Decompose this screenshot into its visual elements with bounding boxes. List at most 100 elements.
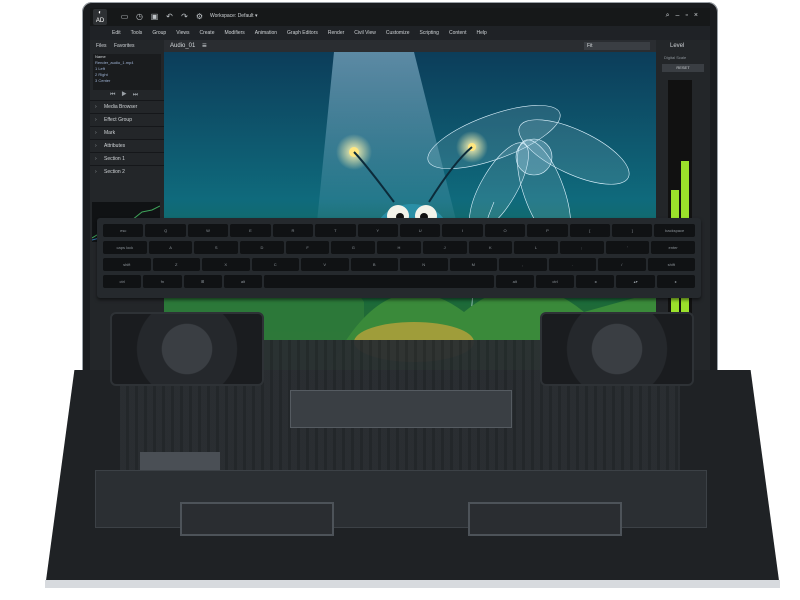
keyboard-key: A: [148, 241, 193, 254]
app-logo-glyph: ◐: [98, 10, 102, 16]
open-file-icon[interactable]: ◷: [135, 12, 144, 21]
viewport-header: Audio_01 ≡ Fit: [164, 40, 656, 52]
window-controls: ⌕–▫×: [666, 12, 704, 20]
redo-icon[interactable]: ↷: [180, 12, 189, 21]
tab-files[interactable]: Files: [96, 43, 107, 49]
menu-item[interactable]: Render: [328, 30, 344, 36]
menu-item[interactable]: Scripting: [420, 30, 439, 36]
menu-item[interactable]: Create: [199, 30, 214, 36]
keyboard-key: fn: [143, 275, 182, 288]
keyboard-key: G: [331, 241, 376, 254]
keyboard-key: ;: [559, 241, 604, 254]
rewind-icon[interactable]: ⏮: [110, 92, 121, 98]
menu-item[interactable]: Help: [476, 30, 486, 36]
maximize-icon[interactable]: ▫: [685, 12, 693, 19]
settings-icon[interactable]: ⚙: [195, 12, 204, 21]
keyboard-key: /: [598, 258, 646, 271]
panel-title: Level: [670, 43, 685, 49]
keyboard-key: alt: [223, 275, 263, 288]
keyboard-key: caps lock: [103, 241, 147, 254]
exploded-keyboard: esc Q W E R T Y U I O P[] backspace caps lock A S D F G H…: [97, 218, 701, 298]
keyboard-key: ⊞: [183, 275, 222, 288]
keyboard-key: C: [251, 258, 299, 271]
list-item[interactable]: 3 Center: [95, 78, 161, 84]
menu-item[interactable]: Customize: [386, 30, 410, 36]
menu-item[interactable]: Views: [176, 30, 189, 36]
keyboard-key: H: [377, 241, 421, 254]
ram-module: [468, 502, 622, 536]
keyboard-key: shift: [647, 258, 695, 271]
menu-item[interactable]: Content: [449, 30, 467, 36]
chassis-rim: [45, 580, 780, 588]
workspace-selector[interactable]: Workspace: Default ▾: [210, 13, 257, 19]
keyboard-key: Y: [357, 224, 398, 237]
section-effect-group[interactable]: Effect Group: [90, 113, 164, 126]
section-2[interactable]: Section 2: [90, 165, 164, 178]
keyboard-key: O: [484, 224, 526, 237]
keyboard-key: R: [272, 224, 314, 237]
menu-item[interactable]: Edit: [112, 30, 121, 36]
keyboard-key: F: [285, 241, 330, 254]
tab-favorites[interactable]: Favorites: [114, 43, 135, 49]
keyboard-key: P: [527, 224, 568, 237]
fit-dropdown[interactable]: Fit: [584, 42, 650, 50]
keyboard-key: V: [301, 258, 349, 271]
section-attributes[interactable]: Attributes: [90, 139, 164, 152]
keyboard-key: [264, 275, 494, 288]
viewport-tab-title[interactable]: Audio_01: [170, 43, 195, 49]
chevron-down-icon: ▾: [254, 13, 258, 19]
keyboard-key: N: [400, 258, 448, 271]
cooling-fan-right: [540, 312, 694, 386]
keyboard-key: ctrl: [535, 275, 575, 288]
key-row: shift Z X C V B N M,. / shift: [103, 258, 695, 271]
workspace-label: Workspace: Default: [210, 13, 254, 19]
keyboard-key: X: [202, 258, 250, 271]
keyboard-key: ◂: [576, 275, 615, 288]
keyboard-key: W: [187, 224, 229, 237]
menu-item[interactable]: Tools: [131, 30, 143, 36]
reset-button[interactable]: RESET: [662, 64, 704, 72]
keyboard-key: esc: [103, 224, 144, 237]
search-icon[interactable]: ⌕: [666, 12, 676, 19]
keyboard-key: ▴▾: [616, 275, 655, 288]
fit-label: Fit: [587, 43, 593, 49]
keyboard-key: backspace: [654, 224, 695, 237]
new-file-icon[interactable]: ▭: [120, 12, 129, 21]
menu-item[interactable]: Group: [152, 30, 166, 36]
minimize-icon[interactable]: –: [676, 12, 686, 19]
menu-icon[interactable]: ≡: [202, 41, 207, 50]
keyboard-key: Q: [145, 224, 186, 237]
save-icon[interactable]: ▣: [150, 12, 159, 21]
key-row: caps lock A S D F G H J K L; ' enter: [103, 241, 695, 254]
menu-item[interactable]: Civil View: [354, 30, 376, 36]
forward-icon[interactable]: ⏭: [133, 92, 144, 98]
app-logo-text: AD: [95, 18, 105, 24]
keyboard-key: I: [442, 224, 483, 237]
file-list: Name Render_audio_1.mp4 1 Left 2 Right 3…: [93, 54, 161, 90]
section-1[interactable]: Section 1: [90, 152, 164, 165]
keyboard-key: ctrl: [103, 275, 142, 288]
keyboard-key: .: [548, 258, 596, 271]
keyboard-key: ]: [612, 224, 653, 237]
key-row: esc Q W E R T Y U I O P[] backspace: [103, 224, 695, 237]
app-logo: ◐ AD: [93, 9, 107, 25]
keyboard-key: U: [399, 224, 441, 237]
keyboard-key: shift: [103, 258, 151, 271]
keyboard-key: S: [194, 241, 239, 254]
key-row: ctrl fn ⊞ alt alt ctrl ◂ ▴▾ ▸: [103, 275, 695, 288]
play-icon[interactable]: ▶: [121, 92, 132, 98]
scale-label: Digital Scale: [664, 55, 687, 60]
keyboard-key: T: [315, 224, 356, 237]
section-mark[interactable]: Mark: [90, 126, 164, 139]
cooling-fan-left: [110, 312, 264, 386]
close-icon[interactable]: ×: [694, 12, 704, 19]
menu-item[interactable]: Animation: [255, 30, 277, 36]
keyboard-key: B: [350, 258, 398, 271]
undo-icon[interactable]: ↶: [165, 12, 174, 21]
section-media-browser[interactable]: Media Browser: [90, 100, 164, 113]
battery-connector: [140, 452, 220, 472]
menu-item[interactable]: Graph Editors: [287, 30, 318, 36]
menu-item[interactable]: Modifiers: [224, 30, 244, 36]
ram-module: [180, 502, 334, 536]
transport-controls: ⏮▶⏭: [110, 92, 144, 99]
